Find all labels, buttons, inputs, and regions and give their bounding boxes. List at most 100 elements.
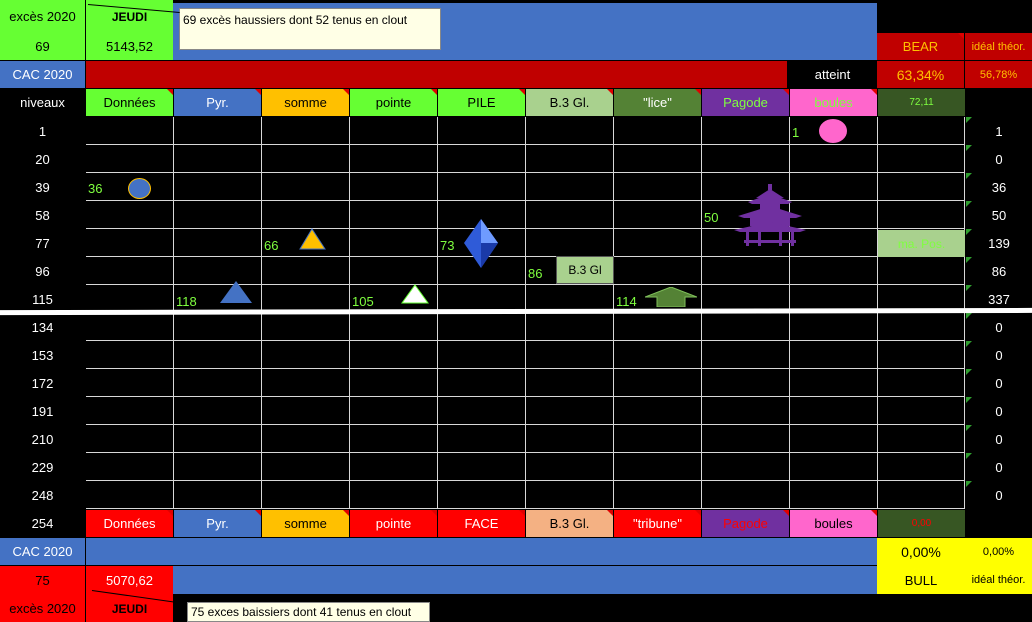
bull-pct-value: 0,00% <box>877 538 965 566</box>
grid-cell <box>878 201 965 229</box>
bear-label: BEAR <box>877 33 964 60</box>
right-value: 50 <box>991 207 1007 223</box>
grid-cell <box>526 229 614 257</box>
marker-pyr-value: 118 <box>176 294 197 309</box>
point-triangle-icon <box>401 284 429 304</box>
grid-cell <box>526 397 614 425</box>
right-value: 86 <box>991 263 1007 279</box>
grid-cell <box>526 313 614 341</box>
footer-col-boules: boules <box>790 510 878 537</box>
level-label: 115 <box>32 291 53 307</box>
right-value: 0 <box>995 151 1003 167</box>
grid-cell <box>526 341 614 369</box>
level-label: 229 <box>31 459 54 475</box>
grid-cell <box>878 257 965 285</box>
grid-cell <box>174 201 262 229</box>
pyramid-icon <box>220 281 252 303</box>
grid-cell <box>614 201 702 229</box>
grid-cell <box>702 481 790 509</box>
grid-cell <box>350 453 438 481</box>
grid-cell <box>350 173 438 201</box>
grid-cell <box>614 341 702 369</box>
grid-cell <box>86 257 174 285</box>
grid-cell <box>878 145 965 173</box>
marker-pagode-value: 50 <box>704 210 719 225</box>
grid-cell <box>262 453 350 481</box>
grid-cell <box>174 313 262 341</box>
grid-cell <box>526 145 614 173</box>
grid-cell <box>438 425 526 453</box>
grid-cell <box>86 369 174 397</box>
grid-cell <box>702 369 790 397</box>
right-value: 0 <box>995 431 1003 447</box>
grid-cell <box>790 341 878 369</box>
grid-cell <box>350 481 438 509</box>
grid-cell <box>174 173 262 201</box>
grid-cell <box>350 117 438 145</box>
grid-cell <box>86 313 174 341</box>
arrow-up-icon <box>645 287 697 307</box>
niveaux-header: niveaux <box>20 95 65 110</box>
grid-cell <box>86 341 174 369</box>
grid-cell <box>878 313 965 341</box>
grid-cell <box>438 173 526 201</box>
grid-cell <box>878 397 965 425</box>
grid-cell <box>702 145 790 173</box>
level-label: 134 <box>31 319 54 335</box>
grid-cell <box>790 145 878 173</box>
grid-cell <box>526 425 614 453</box>
grid-cell <box>350 257 438 285</box>
right-value: 0 <box>995 403 1003 419</box>
marker-pointe-value: 105 <box>352 294 374 309</box>
grid-cell <box>614 453 702 481</box>
grid-cell <box>790 397 878 425</box>
grid-cell <box>262 425 350 453</box>
grid-cell <box>350 369 438 397</box>
grid-cell <box>614 173 702 201</box>
col-header-pyr: Pyr. <box>174 89 262 116</box>
grid-cell <box>614 145 702 173</box>
grid-cell <box>350 425 438 453</box>
grid-cell <box>790 369 878 397</box>
col-header-boules: boules <box>790 89 878 116</box>
footer-col-pagode: Pagode <box>702 510 790 537</box>
right-value: 139 <box>988 235 1010 251</box>
grid-cell <box>526 201 614 229</box>
grid-cell <box>350 229 438 257</box>
right-value: 0 <box>995 319 1003 335</box>
marker-boules-value: 1 <box>792 125 800 140</box>
ideal-label-bottom: idéal théor. <box>965 566 1032 594</box>
blue-circle-icon <box>128 178 151 199</box>
level-label: 39 <box>35 179 50 195</box>
grid-cell <box>174 117 262 145</box>
grid-cell <box>702 117 790 145</box>
grid-cell <box>790 453 878 481</box>
level-label: 191 <box>31 403 54 419</box>
grid-cell <box>350 341 438 369</box>
col-header-pile: PILE <box>438 89 526 116</box>
grid-cell <box>614 481 702 509</box>
right-value: 1 <box>995 123 1003 139</box>
comment-bottom: 75 exces baissiers dont 41 tenus en clou… <box>187 602 430 622</box>
grid-cell <box>526 117 614 145</box>
excess-value-top: 69 <box>0 33 85 60</box>
level-label: 210 <box>31 431 54 447</box>
grid-cell <box>702 425 790 453</box>
col-header-somme: somme <box>262 89 350 116</box>
grid-cell <box>438 453 526 481</box>
grid-cell <box>438 145 526 173</box>
excess-label-bottom: excès 2020 <box>0 595 85 622</box>
footer-col-donnees: Données <box>86 510 174 537</box>
ideal-label-top: idéal théor. <box>965 33 1032 60</box>
col-header-b3: B.3 Gl. <box>526 89 614 116</box>
footer-col-tribune: "tribune" <box>614 510 702 537</box>
grid-cell <box>174 341 262 369</box>
grid-cell <box>702 453 790 481</box>
index-label-top: CAC 2020 <box>0 61 85 88</box>
bull-pct-small: 0,00% <box>965 538 1032 566</box>
grid-cell <box>86 397 174 425</box>
grid-cell <box>438 341 526 369</box>
excess-value-bottom: 75 <box>0 566 85 595</box>
grid-cell <box>526 173 614 201</box>
grid-cell <box>262 145 350 173</box>
